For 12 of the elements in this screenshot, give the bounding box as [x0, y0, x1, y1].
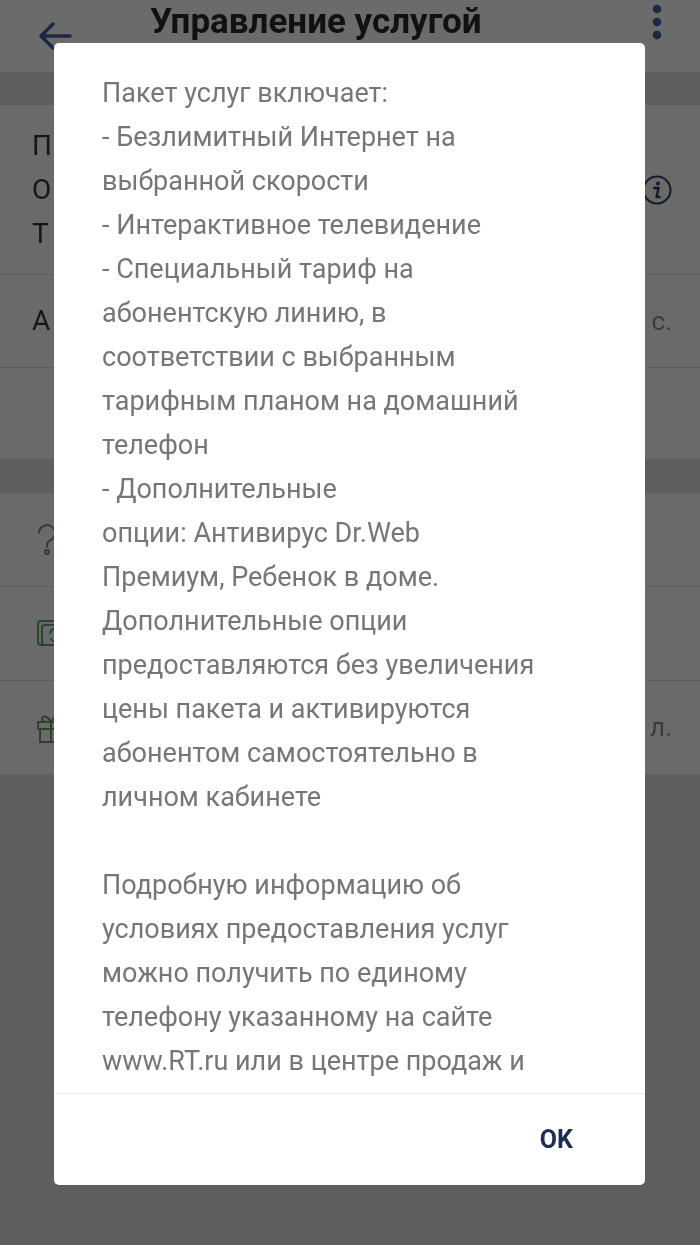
row-label-fragment: П — [32, 127, 52, 164]
info-icon[interactable] — [642, 174, 672, 205]
page-title: Управление услугой — [150, 3, 482, 39]
row-label-fragment: А — [32, 303, 51, 339]
back-arrow-icon[interactable] — [38, 21, 72, 51]
dialog-text: Пакет услуг включает: - Безлимитный Интернет на выбранной скорости - Интерактивное телевидение - Специальный тариф на абонентскую линию, в соответствии с выбранным тарифным планом на домашний телефон - Дополнительные опции: Антивирус Dr.Web Премиум, Ребенок в доме. Дополнительные опции предоставляются без увеличения цены пакета и активируются абонентом самостоятельно в личном кабинете — [102, 76, 536, 815]
row-label-fragment: Т — [32, 215, 50, 252]
ok-button[interactable]: OK — [525, 1112, 587, 1167]
row-label-fragment: О — [32, 171, 52, 208]
more-menu-icon[interactable] — [652, 4, 662, 40]
dialog-text: Подробную информацию об условиях предоставления услуг можно получить по единому телефону указанному на сайте www.RT.ru или в центре продаж и — [102, 868, 526, 1079]
money-refresh-icon — [36, 618, 54, 649]
